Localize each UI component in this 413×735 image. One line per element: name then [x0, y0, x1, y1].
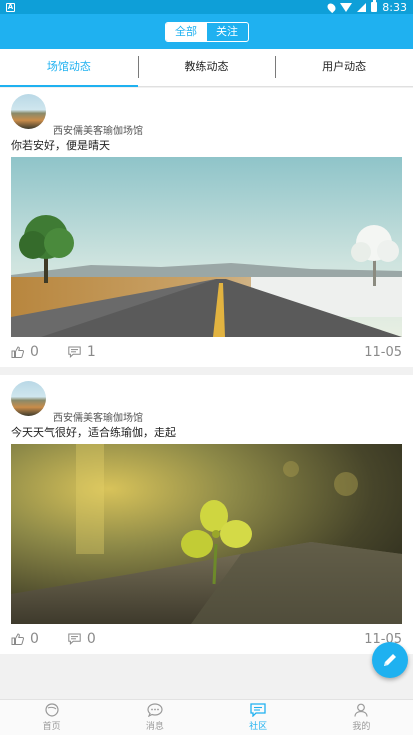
post-card[interactable]: 西安儒美客瑜伽场馆 今天天气很好，适合练瑜伽，走起 0 0 11-05	[0, 375, 413, 654]
profile-icon	[354, 703, 368, 717]
comment-count: 0	[86, 631, 96, 647]
nav-messages[interactable]: 消息	[103, 700, 206, 735]
comment-count: 1	[86, 344, 96, 360]
nav-community-label: 社区	[249, 722, 268, 732]
comment-icon	[68, 633, 81, 645]
compose-post-button[interactable]	[372, 642, 408, 678]
tab-coach-updates[interactable]: 教练动态	[137, 49, 276, 86]
nav-community[interactable]: 社区	[207, 700, 310, 735]
bottom-navigation: 首页 消息 社区 我的	[0, 699, 413, 735]
message-icon	[147, 703, 163, 717]
status-bar: A 8:33	[0, 0, 413, 14]
nav-home-label: 首页	[42, 722, 61, 732]
comment-button[interactable]: 0	[68, 631, 96, 647]
tab-user-updates[interactable]: 用户动态	[275, 49, 413, 86]
wifi-icon	[340, 2, 353, 12]
avatar[interactable]	[11, 381, 46, 416]
segment-all[interactable]: 全部	[165, 22, 207, 41]
community-icon	[250, 703, 266, 717]
app-screen: A 8:33 全部 关注 场馆动态 教练动态 用户动态 西安儒美客瑜伽场馆 你若…	[0, 0, 413, 735]
post-feed: 西安儒美客瑜伽场馆 你若安好，便是晴天 0 1 11-05 西安儒美客瑜伽场馆 …	[0, 88, 413, 654]
thumbs-up-icon	[11, 633, 24, 645]
like-count: 0	[30, 344, 39, 360]
post-date: 11-05	[364, 345, 402, 360]
location-icon	[326, 1, 338, 13]
post-text: 今天天气很好，适合练瑜伽，走起	[11, 426, 176, 439]
top-header: 全部 关注	[0, 14, 413, 49]
category-tabs: 场馆动态 教练动态 用户动态	[0, 49, 413, 87]
cell-signal-icon	[357, 2, 367, 12]
post-text: 你若安好，便是晴天	[11, 139, 110, 152]
comment-button[interactable]: 1	[68, 344, 96, 360]
status-time: 8:33	[382, 0, 407, 14]
tab-venue-updates[interactable]: 场馆动态	[0, 49, 138, 87]
battery-icon	[371, 0, 378, 12]
nav-profile[interactable]: 我的	[310, 700, 413, 735]
nav-home[interactable]: 首页	[0, 700, 103, 735]
like-count: 0	[30, 631, 39, 647]
segment-following[interactable]: 关注	[207, 23, 248, 41]
like-button[interactable]: 0	[11, 344, 39, 360]
clover-photo[interactable]	[11, 444, 402, 624]
nav-profile-label: 我的	[352, 722, 371, 732]
comment-icon	[68, 346, 81, 358]
home-icon	[45, 703, 59, 717]
pencil-icon	[384, 654, 396, 666]
like-button[interactable]: 0	[11, 631, 39, 647]
post-card[interactable]: 西安儒美客瑜伽场馆 你若安好，便是晴天 0 1 11-05	[0, 88, 413, 367]
avatar[interactable]	[11, 94, 46, 129]
road-landscape-photo[interactable]	[11, 157, 402, 337]
thumbs-up-icon	[11, 346, 24, 358]
post-author[interactable]: 西安儒美客瑜伽场馆	[53, 122, 143, 137]
nav-messages-label: 消息	[145, 722, 164, 732]
notification-icon: A	[6, 2, 15, 12]
post-author[interactable]: 西安儒美客瑜伽场馆	[53, 409, 143, 424]
feed-scope-toggle: 全部 关注	[164, 21, 249, 42]
